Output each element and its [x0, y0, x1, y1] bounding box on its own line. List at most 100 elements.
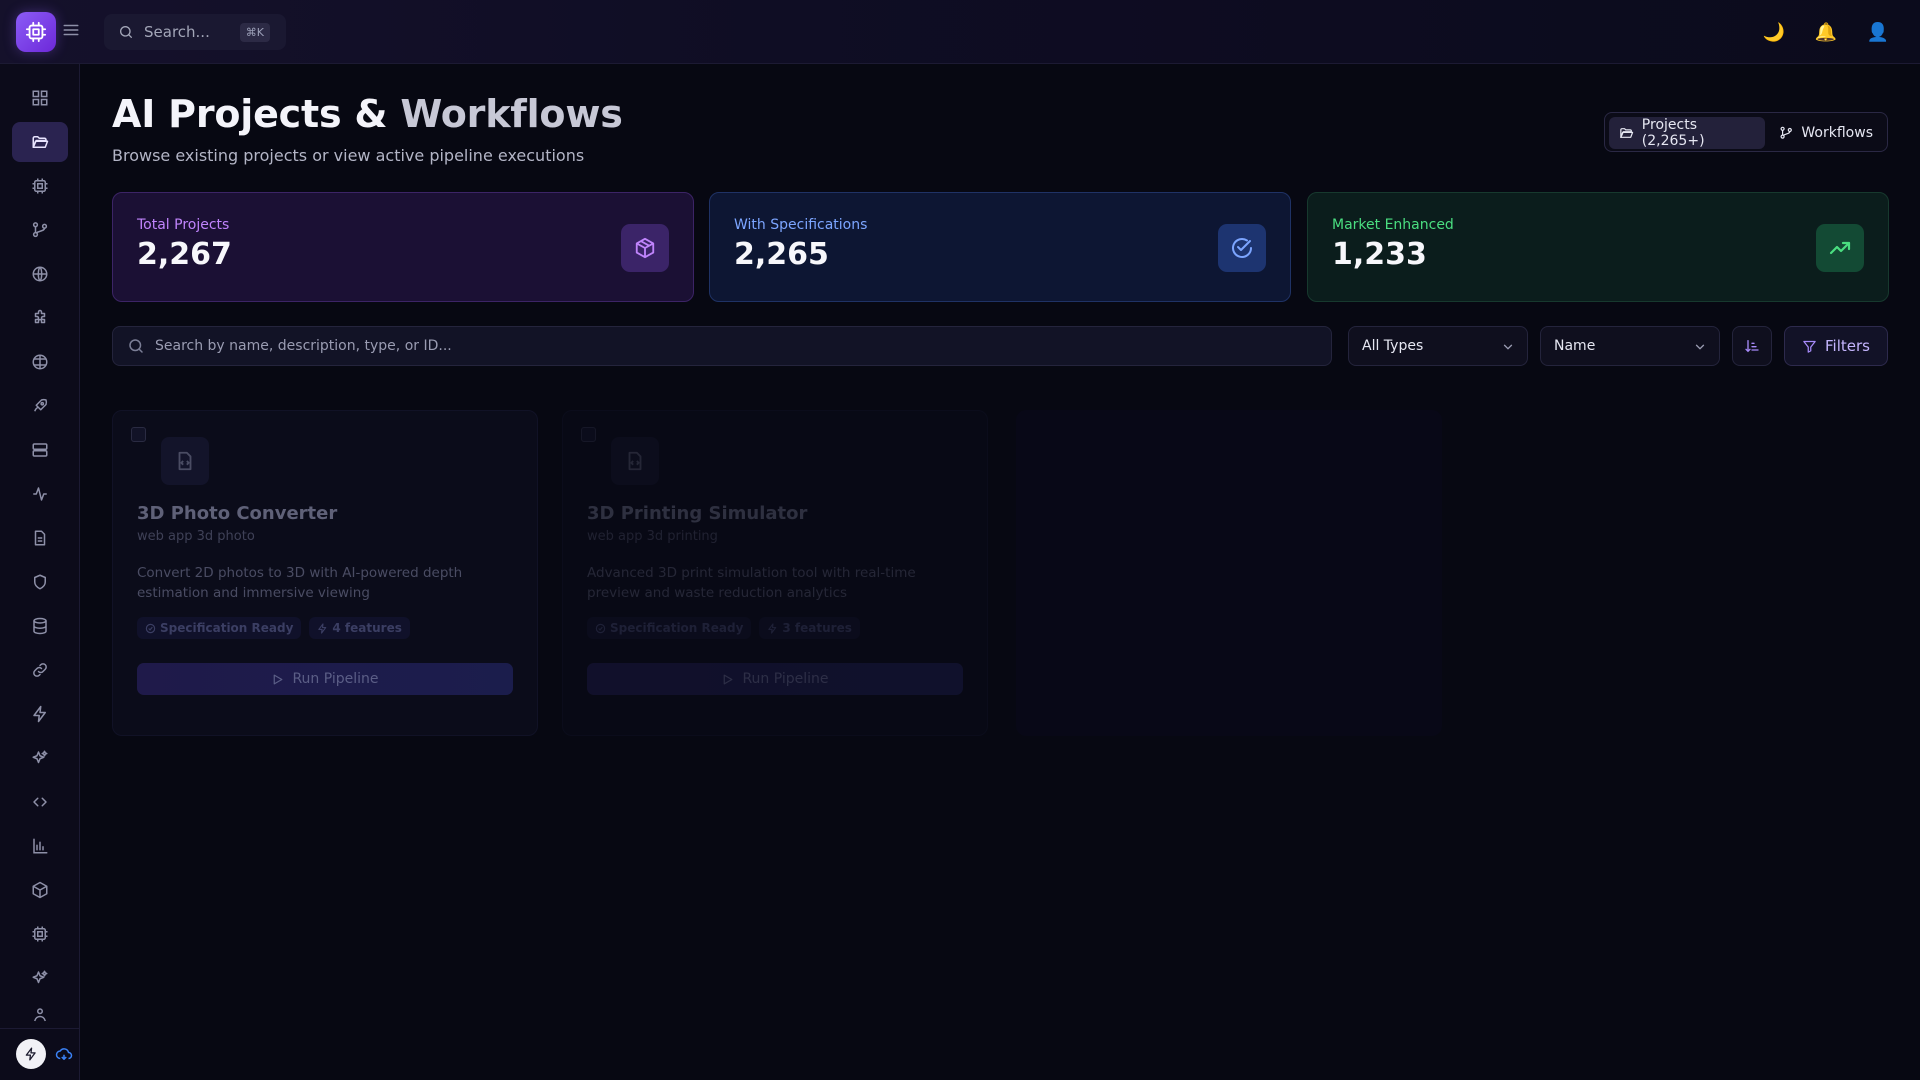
- sidebar-footer: [0, 1028, 80, 1080]
- shortcut-badge: ⌘K: [239, 23, 270, 42]
- stat-label: Market Enhanced: [1332, 217, 1454, 233]
- code-icon: [33, 797, 47, 807]
- moon-icon[interactable]: 🌙: [1762, 20, 1786, 44]
- tab-projects[interactable]: Projects (2,265+): [1609, 117, 1765, 149]
- features-label: 3 features: [782, 621, 852, 635]
- stat-value: 2,265: [734, 237, 829, 272]
- search-icon: [120, 26, 132, 38]
- sidebar-item-code[interactable]: [12, 782, 68, 822]
- sparkles-icon: [32, 750, 48, 764]
- check-circle-icon: [595, 623, 606, 633]
- zap-icon: [318, 622, 327, 634]
- sidebar-item-automation[interactable]: [12, 694, 68, 734]
- project-tags: web app 3d photo: [137, 529, 255, 544]
- project-badges: Specification Ready 4 features: [137, 617, 410, 639]
- play-icon: [274, 674, 283, 684]
- user-network-icon: [34, 1008, 46, 1022]
- globe-icon: [32, 266, 48, 282]
- sort-select[interactable]: Name: [1540, 326, 1720, 366]
- document-icon: [34, 530, 46, 546]
- chevron-down-icon: [1695, 344, 1705, 350]
- stat-card-total-projects: Total Projects 2,267: [112, 192, 694, 302]
- select-checkbox[interactable]: [581, 427, 596, 442]
- sort-direction-button[interactable]: [1732, 326, 1772, 366]
- sidebar-item-plugins[interactable]: [12, 298, 68, 338]
- project-tags: web app 3d printing: [587, 529, 718, 544]
- cloud-sync-icon[interactable]: [54, 1045, 74, 1063]
- sidebar-item-workflows[interactable]: [12, 210, 68, 250]
- sidebar-item-security[interactable]: [12, 562, 68, 602]
- sidebar-item-magic[interactable]: [12, 958, 68, 998]
- file-code-icon: [161, 437, 209, 485]
- run-pipeline-button[interactable]: Run Pipeline: [137, 663, 513, 695]
- stat-label: With Specifications: [734, 217, 868, 233]
- select-checkbox[interactable]: [131, 427, 146, 442]
- menu-icon[interactable]: [62, 21, 84, 43]
- check-circle-icon: [145, 623, 156, 633]
- dashboard-icon: [32, 90, 48, 106]
- features-badge: 4 features: [309, 617, 410, 639]
- stat-card-with-specifications: With Specifications 2,265: [709, 192, 1291, 302]
- sidebar-item-cpu[interactable]: [12, 166, 68, 206]
- folder-open-icon: [32, 136, 49, 148]
- activity-icon: [33, 487, 47, 501]
- sidebar-item-deploy[interactable]: [12, 386, 68, 426]
- sidebar-item-network[interactable]: [12, 342, 68, 382]
- project-description: Advanced 3D print simulation tool with r…: [587, 565, 916, 601]
- project-search-placeholder: Search by name, description, type, or ID…: [155, 338, 452, 354]
- chip-icon: [32, 926, 48, 942]
- project-badges: Specification Ready 3 features: [587, 617, 860, 639]
- search-icon: [129, 339, 143, 353]
- app-logo-icon[interactable]: [16, 12, 56, 52]
- zap-icon: [768, 622, 777, 634]
- sidebar-item-models[interactable]: [12, 914, 68, 954]
- user-icon[interactable]: 👤: [1866, 20, 1890, 44]
- sidebar-item-servers[interactable]: [12, 430, 68, 470]
- type-select-value: All Types: [1362, 338, 1424, 354]
- sidebar-item-activity[interactable]: [12, 474, 68, 514]
- run-pipeline-label: Run Pipeline: [742, 671, 829, 687]
- sidebar-item-integrations[interactable]: [12, 650, 68, 690]
- sidebar-item-team[interactable]: [12, 1000, 68, 1030]
- puzzle-icon: [34, 309, 46, 324]
- global-search-button[interactable]: Search... ⌘K: [104, 14, 286, 50]
- shield-icon: [34, 574, 46, 590]
- type-select[interactable]: All Types: [1348, 326, 1528, 366]
- database-icon: [33, 617, 47, 635]
- server-icon: [32, 443, 48, 457]
- run-pipeline-button[interactable]: Run Pipeline: [587, 663, 963, 695]
- git-branch-icon: [32, 222, 48, 238]
- project-description: Convert 2D photos to 3D with AI-powered …: [137, 565, 463, 601]
- filters-button[interactable]: Filters: [1784, 326, 1888, 366]
- page-title: AI Projects & Workflows: [112, 92, 623, 136]
- sidebar-item-projects[interactable]: [12, 122, 68, 162]
- sidebar-item-dashboard[interactable]: [12, 78, 68, 118]
- file-code-icon: [611, 437, 659, 485]
- sidebar: [0, 64, 80, 1080]
- sidebar-item-globe[interactable]: [12, 254, 68, 294]
- sidebar-item-analytics[interactable]: [12, 826, 68, 866]
- loading-card-placeholder: [1016, 410, 1442, 736]
- sort-select-value: Name: [1554, 338, 1596, 354]
- sidebar-item-ai[interactable]: [12, 738, 68, 778]
- spec-ready-badge: Specification Ready: [137, 617, 302, 639]
- features-label: 4 features: [332, 621, 402, 635]
- package-icon: [32, 881, 48, 899]
- sidebar-item-documents[interactable]: [12, 518, 68, 558]
- sidebar-item-packages[interactable]: [12, 870, 68, 910]
- tab-workflows-label: Workflows: [1801, 125, 1873, 141]
- sidebar-item-database[interactable]: [12, 606, 68, 646]
- globe-alt-icon: [32, 354, 48, 370]
- project-search-input[interactable]: Search by name, description, type, or ID…: [112, 326, 1332, 366]
- bell-icon[interactable]: 🔔: [1814, 20, 1838, 44]
- quick-action-button[interactable]: [16, 1039, 46, 1069]
- project-card[interactable]: 3D Printing Simulator web app 3d printin…: [562, 410, 988, 736]
- stat-card-market-enhanced: Market Enhanced 1,233: [1307, 192, 1889, 302]
- git-branch-icon: [1780, 126, 1792, 139]
- tab-projects-label: Projects (2,265+): [1641, 117, 1705, 149]
- project-card[interactable]: 3D Photo Converter web app 3d photo Conv…: [112, 410, 538, 736]
- top-bar: Search... ⌘K 🌙 🔔 👤: [0, 0, 1920, 64]
- tab-workflows[interactable]: Workflows: [1769, 117, 1883, 149]
- bar-chart-icon: [33, 838, 48, 854]
- zap-icon: [33, 705, 46, 723]
